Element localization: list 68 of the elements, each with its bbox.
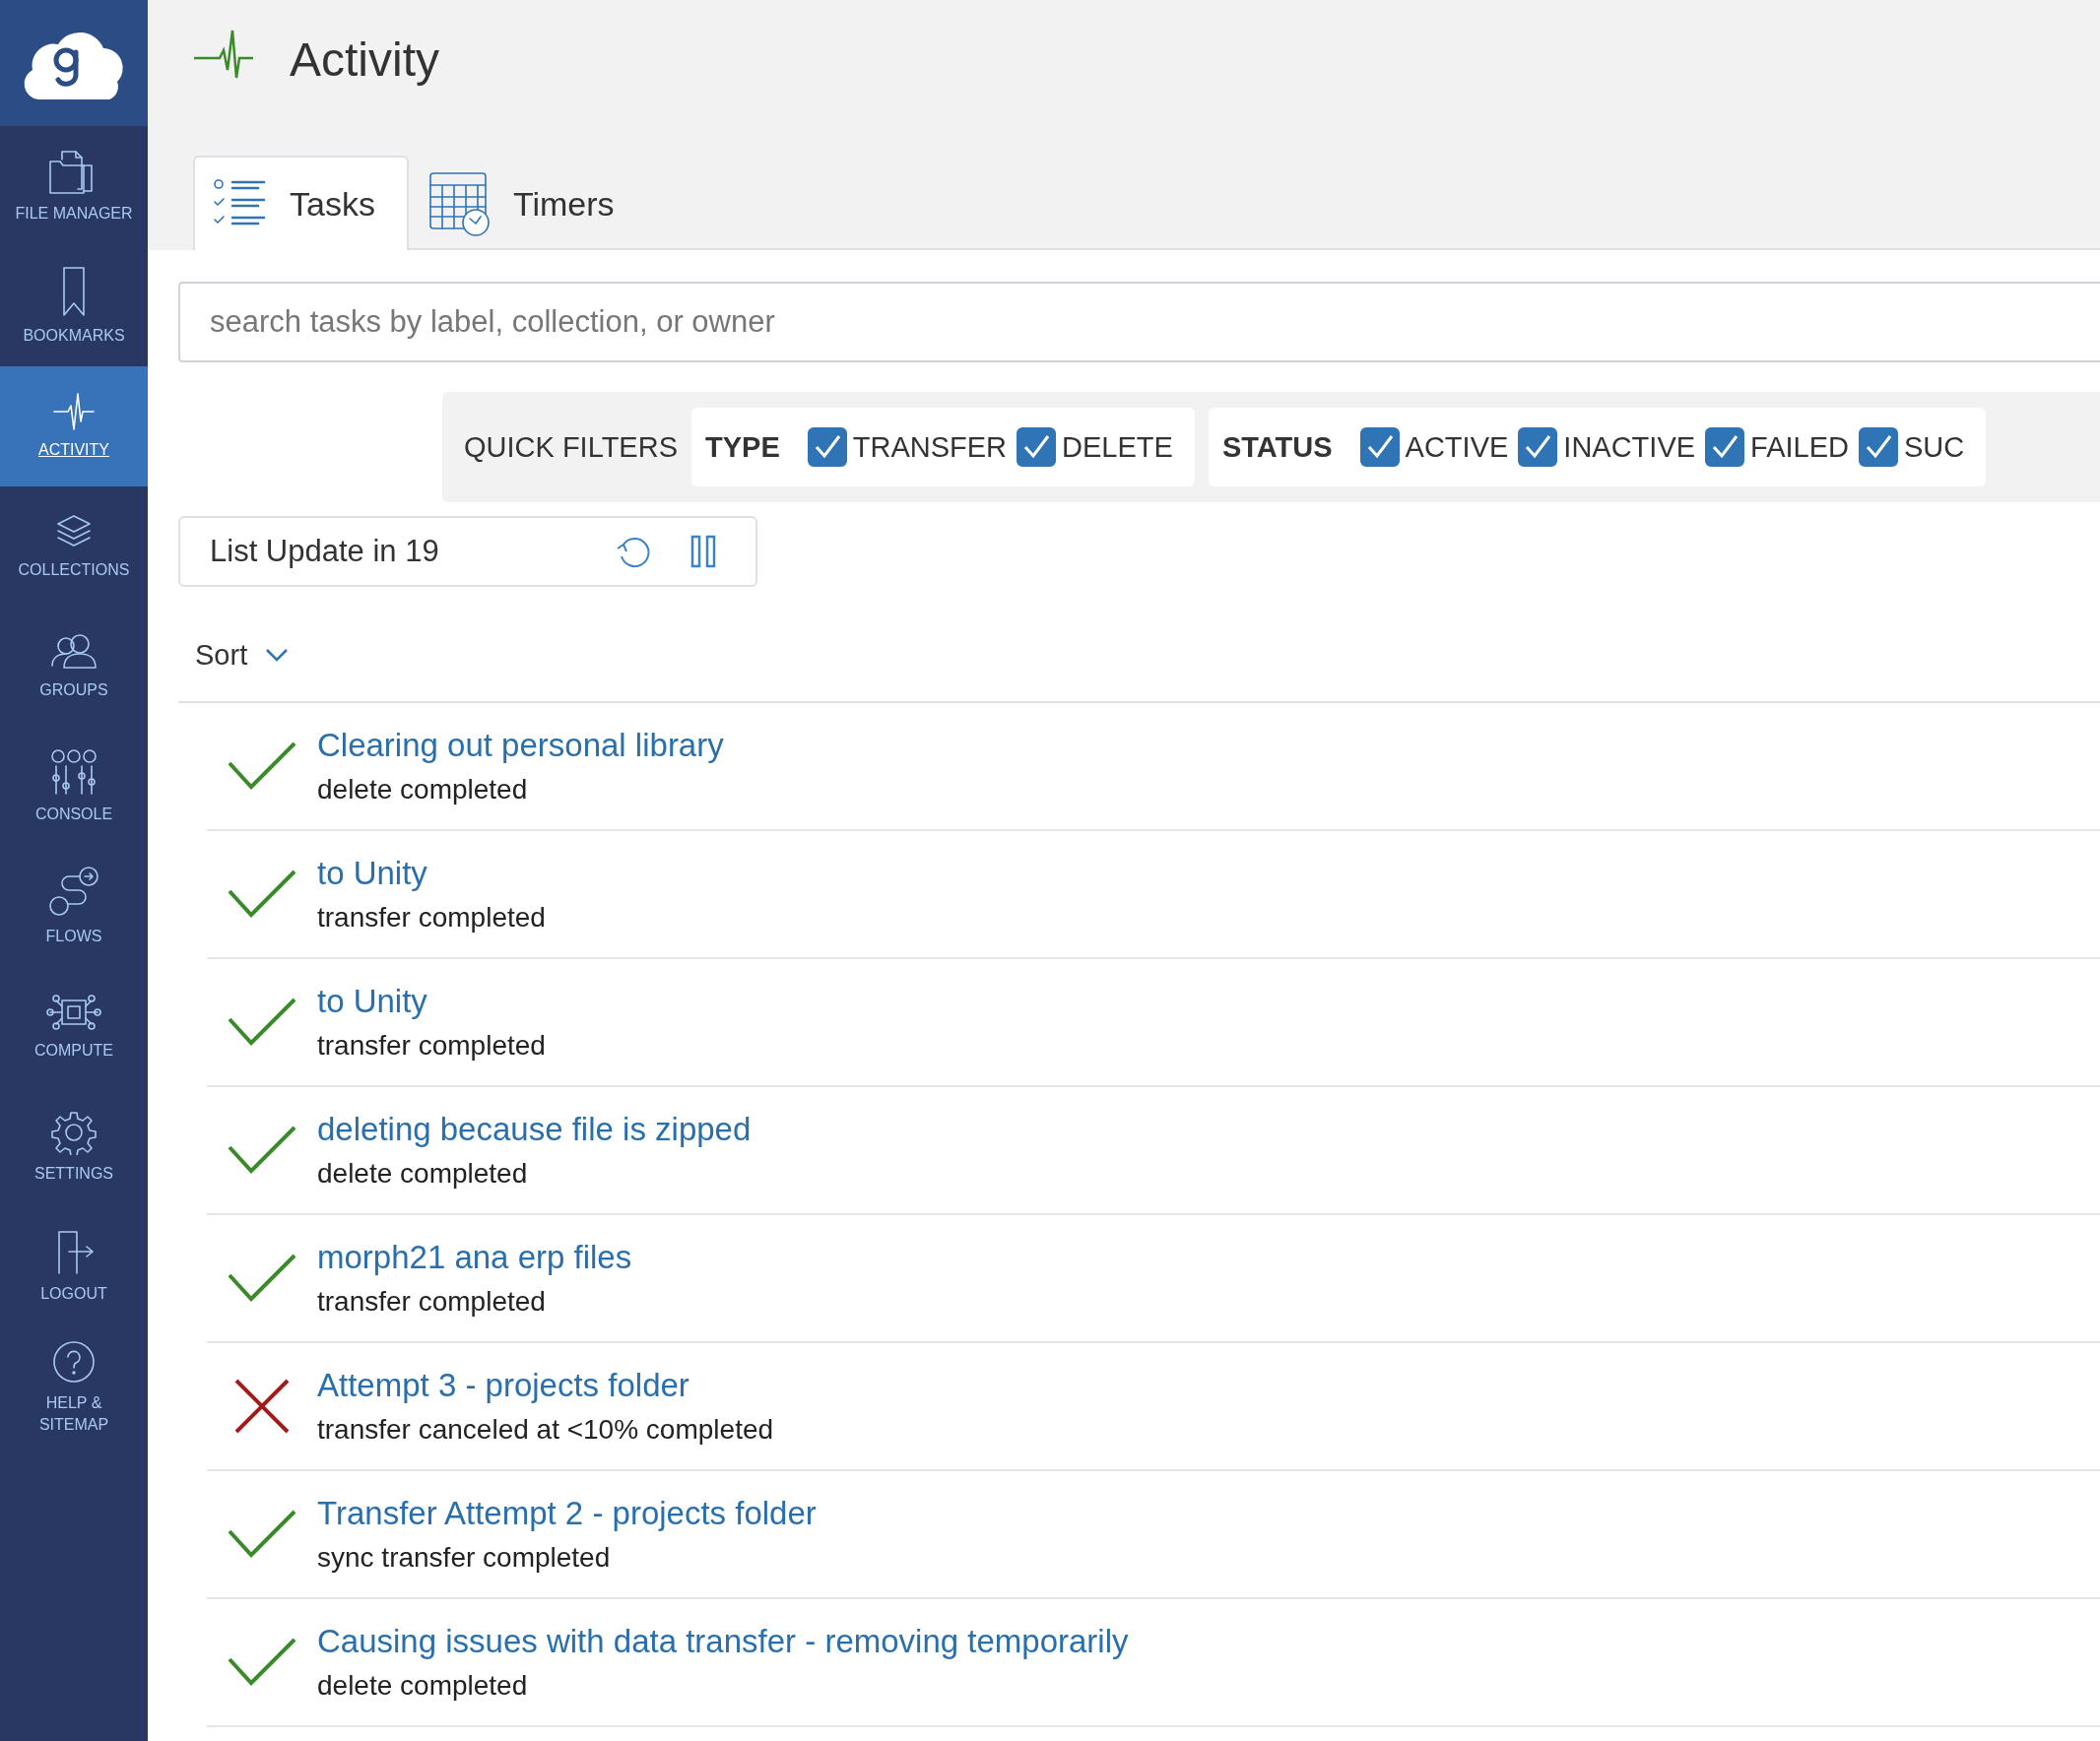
- sliders-icon: [48, 747, 99, 796]
- cross-icon: [234, 1379, 290, 1434]
- search-field[interactable]: search tasks by label, collection, or owner: [178, 282, 2100, 362]
- checkmark-icon: [228, 1254, 296, 1303]
- sidebar-item[interactable]: CONSOLE: [0, 727, 148, 847]
- question-icon: [51, 1338, 97, 1385]
- checkbox-label[interactable]: ACTIVE: [1405, 430, 1509, 464]
- checkmark-icon: [228, 1510, 296, 1559]
- sidebar-item[interactable]: BOOKMARKS: [0, 246, 148, 366]
- task-status-text: delete completed: [317, 774, 529, 806]
- sidebar-item[interactable]: COMPUTE: [0, 967, 148, 1087]
- checkmark-icon: [228, 1638, 296, 1687]
- task-status-text: transfer completed: [317, 1030, 546, 1062]
- task-status-text: transfer canceled at <10% completed: [317, 1414, 774, 1446]
- sidebar-item[interactable]: ACTIVITY: [0, 366, 148, 486]
- refresh-button[interactable]: [616, 535, 651, 568]
- checkbox-label[interactable]: FAILED: [1750, 430, 1849, 464]
- gear-icon: [51, 1109, 97, 1155]
- filter-group-label: STATUS: [1221, 430, 1333, 464]
- chevron-down-icon: [265, 648, 290, 662]
- sidebar-item[interactable]: SETTINGS: [0, 1087, 148, 1207]
- checkmark-icon: [228, 1126, 296, 1175]
- checkmark-icon: [228, 742, 296, 791]
- task-status-text: transfer completed: [317, 1286, 547, 1318]
- tab[interactable]: Tasks: [193, 156, 409, 250]
- sort-dropdown[interactable]: Sort: [178, 630, 290, 679]
- task-title-link[interactable]: morph21 ana erp files: [317, 1239, 632, 1276]
- task-title-link[interactable]: Causing issues with data transfer - removing temporarily: [317, 1623, 1129, 1660]
- checkbox-label[interactable]: SUC: [1904, 430, 1965, 464]
- task-status-text: delete completed: [317, 1670, 529, 1702]
- checkbox[interactable]: [1705, 427, 1745, 467]
- checkbox-label[interactable]: DELETE: [1062, 430, 1173, 464]
- page-title: Activity: [290, 32, 439, 87]
- flow-icon: [47, 866, 100, 918]
- sidebar-item[interactable]: LOGOUT: [0, 1207, 148, 1327]
- sidebar-item[interactable]: GROUPS: [0, 607, 148, 727]
- task-title-link[interactable]: to Unity: [317, 855, 427, 892]
- checkbox[interactable]: [1518, 427, 1558, 467]
- chip-icon: [46, 992, 101, 1032]
- task-status-text: sync transfer completed: [317, 1542, 612, 1574]
- checkmark-icon: [228, 870, 296, 919]
- task-title-link[interactable]: deleting because file is zipped: [317, 1111, 752, 1148]
- quick-filters-label: QUICK FILTERS: [464, 430, 678, 464]
- checkbox-label[interactable]: INACTIVE: [1563, 430, 1696, 464]
- list-update-text: List Update in 19: [210, 534, 440, 569]
- sidebar-item[interactable]: COLLECTIONS: [0, 486, 148, 607]
- bookmark-icon: [61, 265, 87, 317]
- calendar-clock-icon: [427, 171, 492, 236]
- checkbox-label[interactable]: TRANSFER: [852, 430, 1008, 464]
- task-title-link[interactable]: Attempt 3 - projects folder: [317, 1367, 689, 1404]
- checkbox[interactable]: [1359, 427, 1400, 467]
- checkbox[interactable]: [1017, 427, 1057, 467]
- pulse-icon: [52, 391, 96, 431]
- checkbox[interactable]: [1859, 427, 1898, 467]
- people-icon: [48, 631, 99, 672]
- sidebar-item[interactable]: FILE MANAGER: [0, 126, 148, 246]
- task-title-link[interactable]: Clearing out personal library: [317, 727, 724, 764]
- task-status-text: delete completed: [317, 1158, 529, 1190]
- checkbox[interactable]: [807, 427, 847, 467]
- tab[interactable]: Timers: [408, 156, 648, 250]
- task-title-link[interactable]: Transfer Attempt 2 - projects folder: [317, 1495, 817, 1532]
- task-title-link[interactable]: to Unity: [317, 983, 427, 1020]
- task-status-text: transfer completed: [317, 902, 546, 934]
- filter-group-label: TYPE: [705, 430, 780, 464]
- sidebar-item[interactable]: HELP & SITEMAP: [0, 1327, 148, 1448]
- pause-button[interactable]: [690, 535, 716, 568]
- checkmark-icon: [228, 998, 296, 1047]
- sidebar-item[interactable]: FLOWS: [0, 847, 148, 967]
